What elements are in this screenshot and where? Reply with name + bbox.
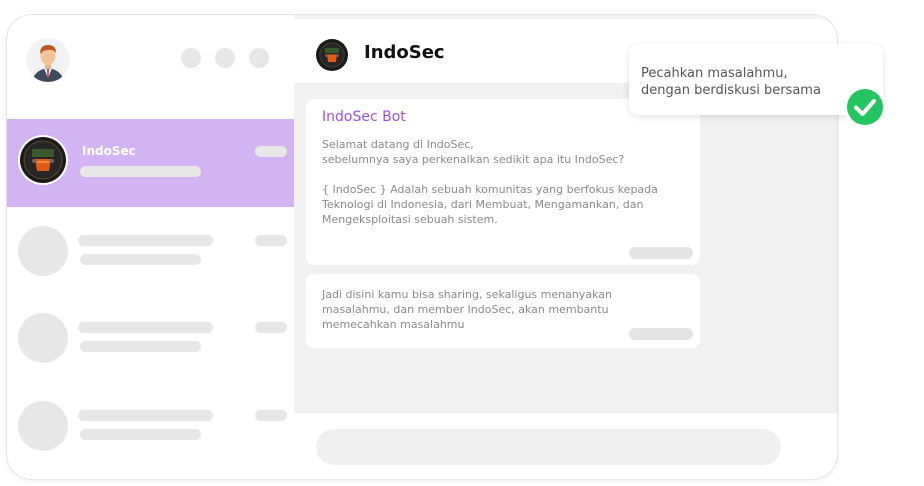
message-bubble: IndoSec Bot Selamat datang di IndoSec, s… bbox=[306, 99, 700, 265]
name-placeholder bbox=[78, 322, 213, 333]
window-dot-1[interactable] bbox=[181, 48, 201, 68]
time-placeholder bbox=[255, 410, 287, 421]
message-text: Selamat datang di IndoSec, sebelumnya sa… bbox=[322, 138, 625, 166]
group-logo-icon bbox=[18, 135, 68, 185]
composer bbox=[294, 413, 837, 479]
preview-placeholder bbox=[80, 341, 201, 352]
window-dot-2[interactable] bbox=[215, 48, 235, 68]
message-input[interactable] bbox=[316, 429, 781, 465]
avatar-placeholder bbox=[18, 313, 68, 363]
message-time-placeholder bbox=[629, 328, 693, 340]
toast-text: Pecahkan masalahmu, dengan berdiskusi be… bbox=[641, 66, 821, 98]
user-avatar-icon[interactable] bbox=[26, 38, 70, 82]
window-dot-3[interactable] bbox=[249, 48, 269, 68]
name-placeholder bbox=[78, 410, 213, 421]
message-sender: IndoSec Bot bbox=[322, 109, 406, 125]
check-icon bbox=[843, 85, 887, 129]
chat-item-placeholder[interactable] bbox=[7, 387, 294, 475]
preview-placeholder bbox=[80, 429, 201, 440]
message-text: { IndoSec } Adalah sebuah komunitas yang… bbox=[322, 183, 658, 226]
avatar-placeholder bbox=[18, 226, 68, 276]
sidebar-header bbox=[7, 15, 294, 105]
message-text: Jadi disini kamu bisa sharing, sekaligus… bbox=[322, 288, 612, 331]
message-time-placeholder bbox=[629, 247, 693, 259]
preview-placeholder bbox=[80, 254, 201, 265]
avatar-placeholder bbox=[18, 401, 68, 451]
chat-preview-placeholder bbox=[80, 166, 201, 177]
chat-item-placeholder[interactable] bbox=[7, 211, 294, 299]
time-placeholder bbox=[255, 322, 287, 333]
time-placeholder bbox=[255, 235, 287, 246]
chat-item-placeholder[interactable] bbox=[7, 299, 294, 387]
chat-time-placeholder bbox=[255, 146, 287, 157]
message-bubble: Jadi disini kamu bisa sharing, sekaligus… bbox=[306, 274, 700, 348]
sidebar: IndoSec bbox=[7, 15, 294, 479]
chat-item-name: IndoSec bbox=[82, 144, 136, 158]
conversation-title: IndoSec bbox=[364, 42, 445, 63]
group-logo-icon bbox=[316, 39, 348, 71]
name-placeholder bbox=[78, 235, 213, 246]
